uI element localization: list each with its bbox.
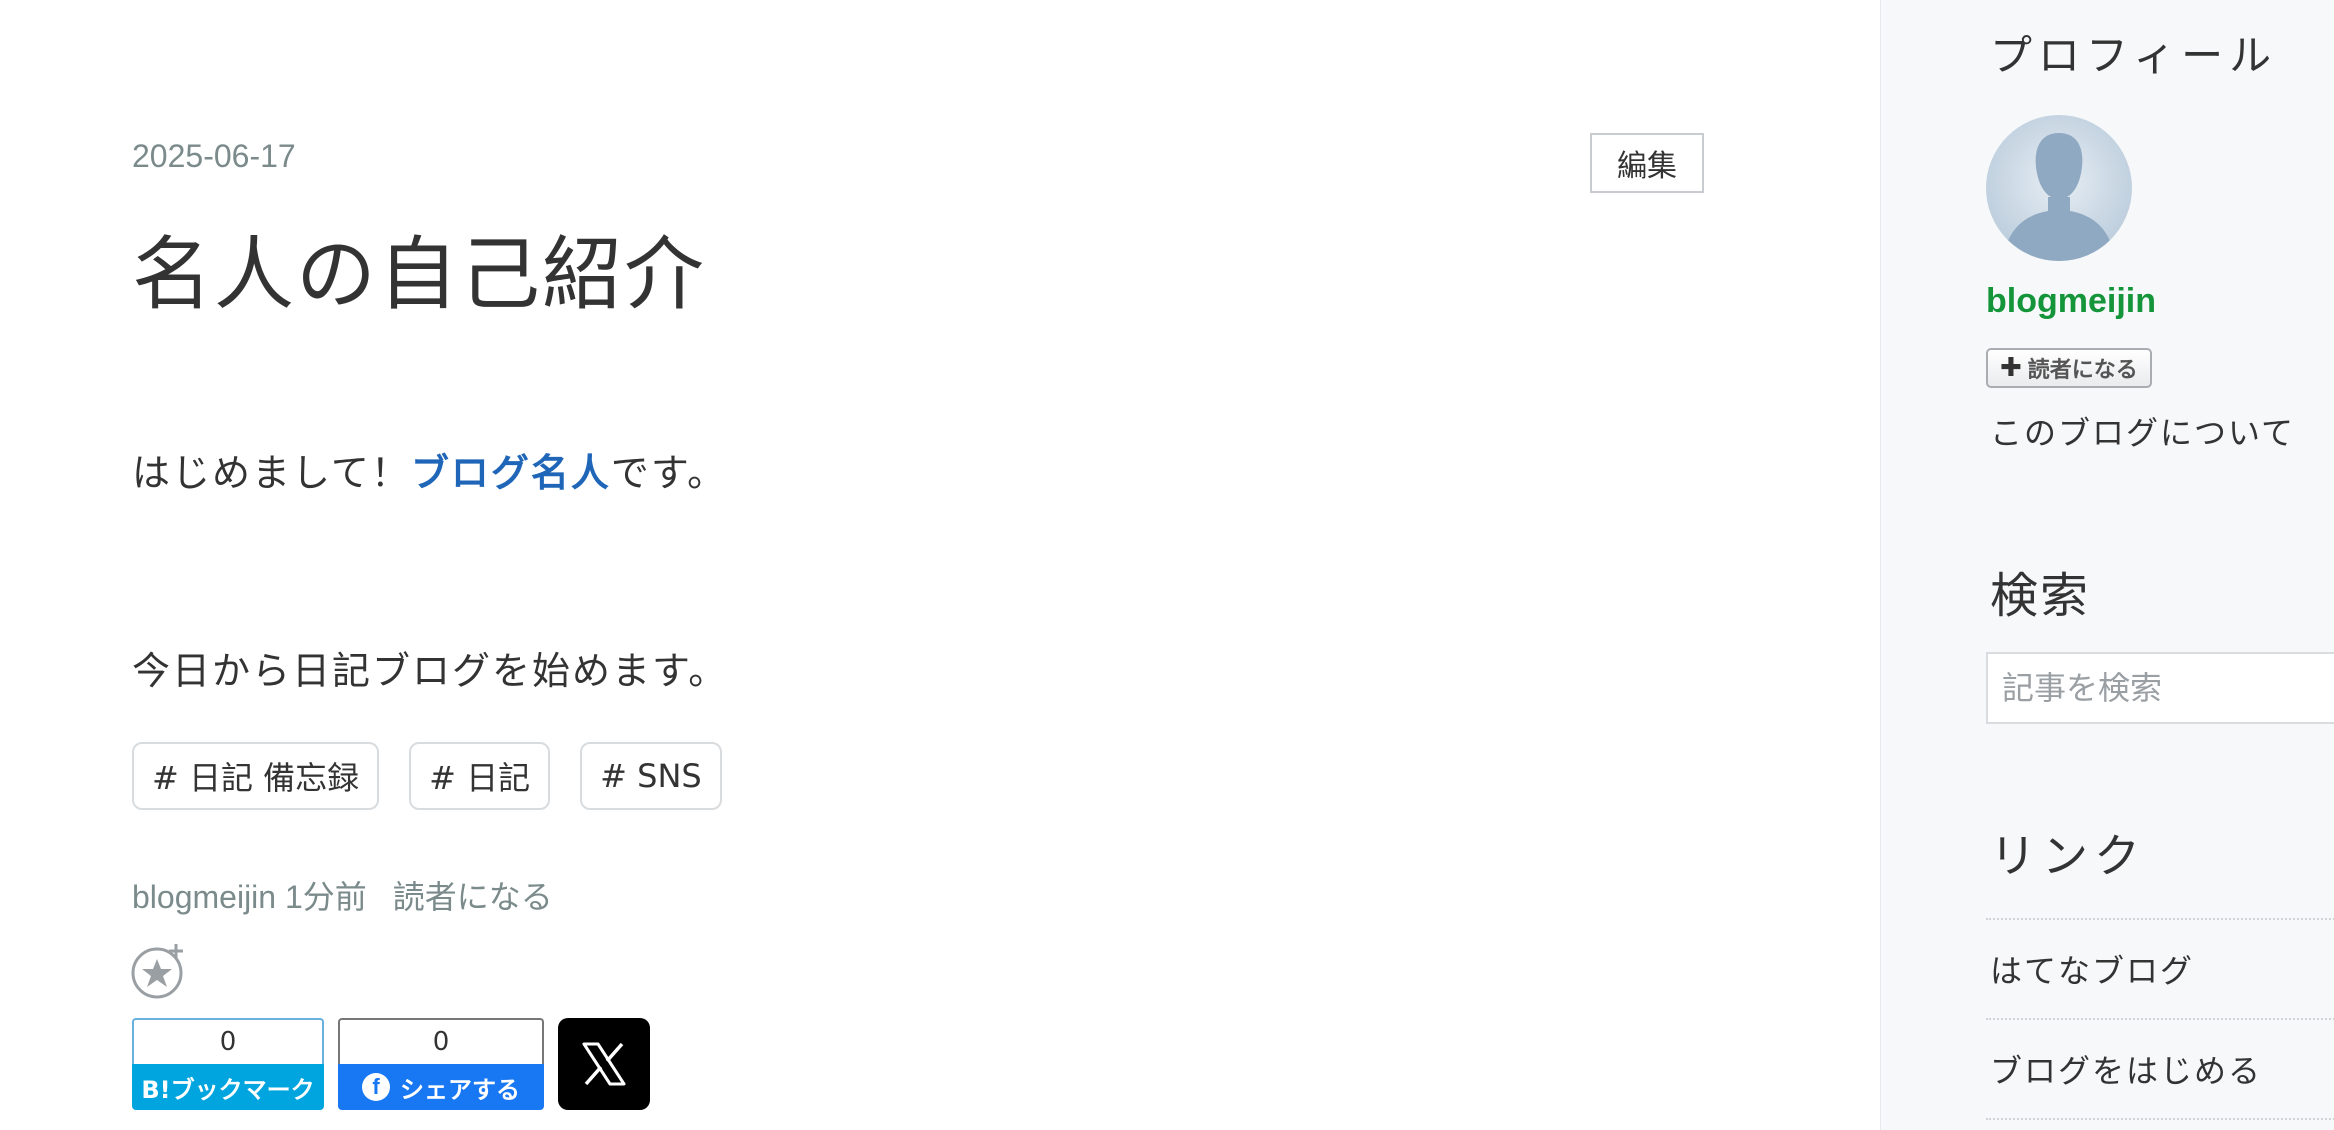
meta-time[interactable]: 1分前: [285, 879, 367, 915]
hatena-count: 0: [132, 1018, 324, 1064]
article-paragraph-2: 今日から日記ブログを始めます。: [132, 649, 729, 693]
subscribe-label: 読者になる: [2027, 358, 2138, 383]
article-meta: blogmeijin 1分前 読者になる: [132, 872, 553, 918]
subscribe-button[interactable]: ✚ 読者になる: [1986, 348, 2152, 388]
edit-button[interactable]: 編集: [1590, 133, 1704, 193]
para1-prefix: はじめまして！: [132, 451, 411, 495]
hatena-label: B!ブックマーク: [132, 1064, 324, 1110]
link-list: はてなブログ ブログをはじめる: [1986, 918, 2334, 1122]
link-list-divider: [1986, 1118, 2334, 1122]
hatena-bookmark-button[interactable]: 0 B!ブックマーク: [132, 1018, 324, 1110]
tag-item[interactable]: # 日記: [409, 742, 551, 810]
tag-item[interactable]: # 日記 備忘録: [132, 742, 380, 810]
profile-heading: プロフィール: [1990, 31, 2278, 80]
tag-item[interactable]: # SNS: [580, 742, 722, 810]
meta-subscribe-link[interactable]: 読者になる: [393, 879, 553, 915]
para1-suffix: です。: [610, 451, 728, 495]
search-heading: 検索: [1990, 568, 2091, 624]
x-logo-icon: [582, 1042, 626, 1086]
facebook-label-row: f シェアする: [338, 1064, 544, 1110]
links-heading: リンク: [1990, 829, 2146, 883]
search-input[interactable]: [1986, 652, 2334, 724]
link-start-blog[interactable]: ブログをはじめる: [1986, 1018, 2334, 1118]
avatar-silhouette-icon: [1986, 115, 2132, 261]
blog-meijin-link[interactable]: ブログ名人: [411, 451, 611, 495]
link-hatena-blog[interactable]: はてなブログ: [1986, 918, 2334, 1018]
facebook-icon: f: [362, 1073, 390, 1101]
facebook-share-button[interactable]: 0 f シェアする: [338, 1018, 544, 1110]
about-blog-link[interactable]: このブログについて: [1990, 408, 2295, 454]
profile-username[interactable]: blogmeijin: [1986, 282, 2156, 321]
plus-icon: ✚: [2000, 353, 2022, 383]
article-paragraph-1: はじめまして！ブログ名人です。: [132, 442, 727, 497]
article-title[interactable]: 名人の自己紹介: [132, 210, 706, 326]
meta-author[interactable]: blogmeijin: [132, 879, 276, 915]
add-star-icon[interactable]: [130, 942, 188, 1000]
x-share-button[interactable]: [558, 1018, 650, 1110]
facebook-label: シェアする: [400, 1075, 520, 1104]
facebook-count: 0: [338, 1018, 544, 1064]
tag-list: # 日記 備忘録 # 日記 # SNS: [132, 742, 722, 810]
avatar[interactable]: [1986, 115, 2132, 261]
article-area: 2025-06-17 編集 名人の自己紹介 はじめまして！ブログ名人です。 今日…: [0, 0, 1880, 1130]
article-date[interactable]: 2025-06-17: [132, 138, 296, 175]
share-buttons: 0 B!ブックマーク 0 f シェアする: [132, 1018, 650, 1110]
